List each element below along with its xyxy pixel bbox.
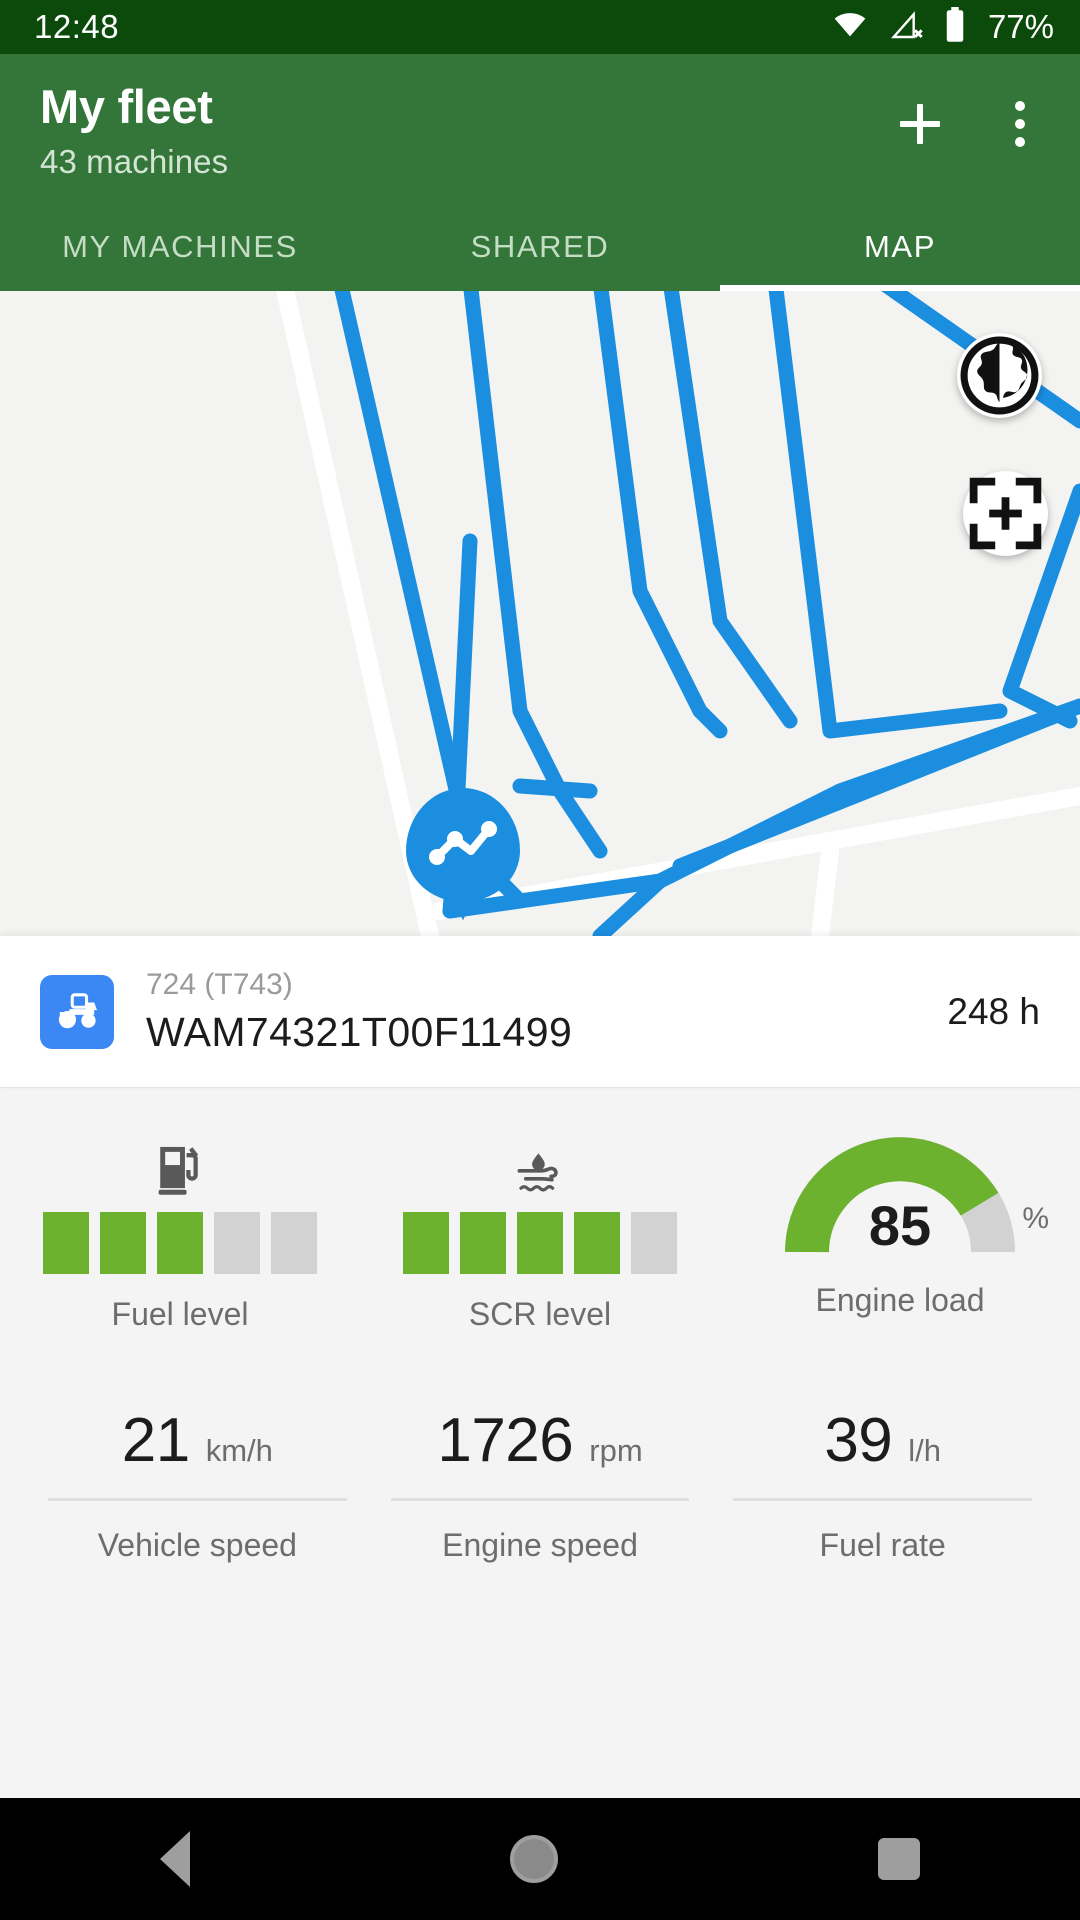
tab-map[interactable]: MAP	[720, 207, 1080, 292]
page-title: My fleet	[40, 80, 213, 133]
level-segment	[43, 1212, 89, 1275]
level-segment	[157, 1212, 203, 1275]
machine-text: 724 (T743) WAM74321T00F11499	[146, 967, 947, 1056]
status-bar: 12:48 77%	[0, 0, 1080, 54]
phone-screen: 12:48 77% My fleet 43 machines MY MACHIN…	[0, 0, 1080, 1920]
stats-row: 21 km/h Vehicle speed 1726 rpm Engine sp…	[0, 1343, 1080, 1564]
status-time: 12:48	[34, 8, 120, 45]
machine-icon-badge	[40, 974, 114, 1049]
level-segment	[271, 1212, 317, 1275]
machine-summary-card[interactable]: 724 (T743) WAM74321T00F11499 248 h	[0, 936, 1080, 1089]
level-segment	[403, 1212, 449, 1275]
globe-icon	[960, 336, 1039, 415]
tractor-icon	[58, 993, 98, 1029]
battery-percent: 77%	[987, 8, 1054, 45]
activity-track-icon	[429, 821, 497, 866]
level-segment	[517, 1212, 563, 1275]
plus-icon	[900, 104, 940, 144]
scr-level-bars	[403, 1212, 677, 1275]
vehicle-speed-stat: 21 km/h Vehicle speed	[26, 1405, 369, 1564]
level-segment	[631, 1212, 677, 1275]
vehicle-speed-value: 21	[121, 1406, 190, 1476]
more-vert-icon	[1015, 101, 1025, 147]
tab-bar: MY MACHINES SHARED MAP	[0, 207, 1080, 292]
app-bar: My fleet 43 machines MY MACHINES SHARED …	[0, 54, 1080, 292]
engine-load-value: 85	[868, 1194, 932, 1258]
engine-speed-value: 1726	[437, 1406, 574, 1476]
android-nav-bar	[0, 1798, 1080, 1920]
center-focus-icon	[969, 478, 1042, 550]
scr-level-label: SCR level	[468, 1296, 612, 1333]
wifi-icon	[829, 9, 871, 46]
engine-speed-unit: rpm	[589, 1433, 643, 1469]
scr-level-widget: SCR level	[360, 1136, 720, 1333]
fuel-rate-unit: l/h	[908, 1433, 942, 1469]
engine-load-widget: 85 % Engine load	[720, 1136, 1080, 1333]
fuel-rate-label: Fuel rate	[733, 1498, 1033, 1564]
add-button[interactable]	[890, 94, 950, 154]
level-segment	[100, 1212, 146, 1275]
vehicle-speed-label: Vehicle speed	[48, 1498, 347, 1564]
nav-home-button[interactable]	[510, 1835, 558, 1883]
fuel-level-widget: Fuel level	[0, 1136, 360, 1333]
tab-my-machines[interactable]: MY MACHINES	[0, 207, 360, 291]
fuel-level-bars	[43, 1212, 317, 1275]
battery-icon	[943, 6, 967, 48]
engine-load-label: Engine load	[815, 1282, 985, 1319]
nav-recents-button[interactable]	[878, 1838, 920, 1880]
status-icons: 77%	[829, 6, 1054, 48]
fuel-level-label: Fuel level	[111, 1296, 249, 1333]
level-segment	[214, 1212, 260, 1275]
metrics-panel: Fuel level SCR level 85 % Engine load 21…	[0, 1088, 1080, 1798]
fuel-rate-value: 39	[824, 1406, 893, 1476]
overflow-menu-button[interactable]	[990, 94, 1050, 154]
nav-back-button[interactable]	[160, 1831, 190, 1887]
tab-shared[interactable]: SHARED	[360, 207, 720, 291]
level-segment	[460, 1212, 506, 1275]
machine-hours: 248 h	[947, 990, 1040, 1032]
map-view[interactable]	[0, 291, 1080, 937]
engine-load-unit: %	[1022, 1202, 1049, 1236]
engine-speed-label: Engine speed	[390, 1498, 690, 1564]
map-type-button[interactable]	[957, 333, 1042, 419]
level-segment	[574, 1212, 620, 1275]
levels-row: Fuel level SCR level 85 % Engine load	[0, 1088, 1080, 1343]
fuel-pump-icon	[155, 1136, 205, 1198]
cellular-off-icon	[888, 9, 926, 46]
engine-speed-stat: 1726 rpm Engine speed	[369, 1405, 712, 1564]
engine-load-gauge: 85 %	[785, 1136, 1049, 1260]
page-subtitle: 43 machines	[40, 143, 229, 181]
def-fluid-icon	[513, 1136, 567, 1198]
machine-serial: WAM74321T00F11499	[146, 1009, 573, 1056]
vehicle-speed-unit: km/h	[205, 1433, 273, 1469]
machine-model: 724 (T743)	[146, 968, 293, 1002]
map-canvas	[276, 291, 1080, 937]
fuel-rate-stat: 39 l/h Fuel rate	[711, 1405, 1054, 1564]
recenter-button[interactable]	[963, 471, 1048, 557]
